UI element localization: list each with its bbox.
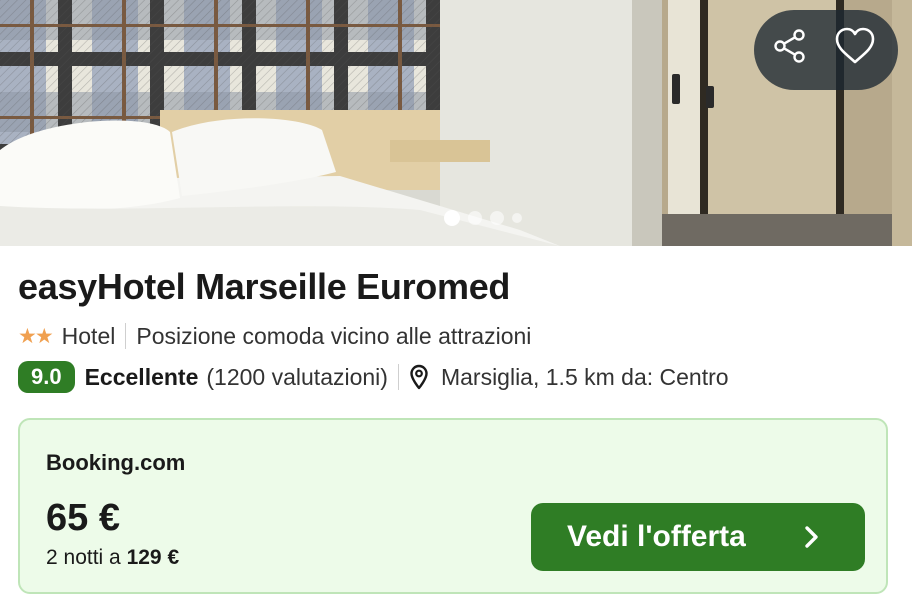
carousel-dot-1[interactable] bbox=[444, 210, 460, 226]
star-rating-icon: ★★ bbox=[18, 324, 54, 348]
favorite-button[interactable] bbox=[834, 26, 882, 74]
hotel-tagline: Posizione comoda vicino alle attrazioni bbox=[136, 322, 532, 349]
hotel-meta: ★★ Hotel Posizione comoda vicino alle at… bbox=[18, 321, 531, 351]
offer-provider: Booking.com bbox=[46, 450, 186, 475]
view-offer-label: Vedi l'offerta bbox=[567, 520, 746, 553]
offer-total: 2 notti a 129 € bbox=[46, 546, 179, 570]
share-button[interactable] bbox=[770, 26, 818, 74]
chevron-right-icon bbox=[805, 526, 818, 548]
share-icon bbox=[774, 29, 805, 63]
photo-actions bbox=[754, 10, 898, 90]
hotel-name[interactable]: easyHotel Marseille Euromed bbox=[18, 266, 510, 308]
carousel-dot-3[interactable] bbox=[490, 211, 504, 225]
carousel-dots bbox=[444, 210, 522, 226]
heart-icon bbox=[835, 27, 875, 64]
rating-location-row: 9.0 Eccellente (1200 valutazioni) Marsig… bbox=[18, 360, 729, 394]
score-badge: 9.0 bbox=[18, 361, 75, 393]
rating-label: Eccellente bbox=[84, 363, 199, 390]
review-count[interactable]: (1200 valutazioni) bbox=[206, 364, 388, 391]
offer-total-price: 129 € bbox=[126, 546, 180, 569]
offer-price: 65 € bbox=[46, 497, 120, 539]
map-pin-icon bbox=[409, 364, 429, 390]
offer-card[interactable]: Booking.com 65 € 2 notti a 129 € Vedi l'… bbox=[18, 418, 888, 594]
divider bbox=[125, 323, 127, 349]
carousel-dot-2[interactable] bbox=[468, 211, 482, 225]
view-offer-button[interactable]: Vedi l'offerta bbox=[531, 503, 865, 571]
hotel-location[interactable]: Marsiglia, 1.5 km da: Centro bbox=[441, 364, 729, 391]
carousel-dot-4[interactable] bbox=[512, 213, 522, 223]
offer-nights-prefix: 2 notti a bbox=[46, 546, 121, 569]
hotel-photo[interactable] bbox=[0, 0, 912, 246]
hotel-type: Hotel bbox=[61, 322, 116, 349]
divider bbox=[397, 364, 399, 390]
